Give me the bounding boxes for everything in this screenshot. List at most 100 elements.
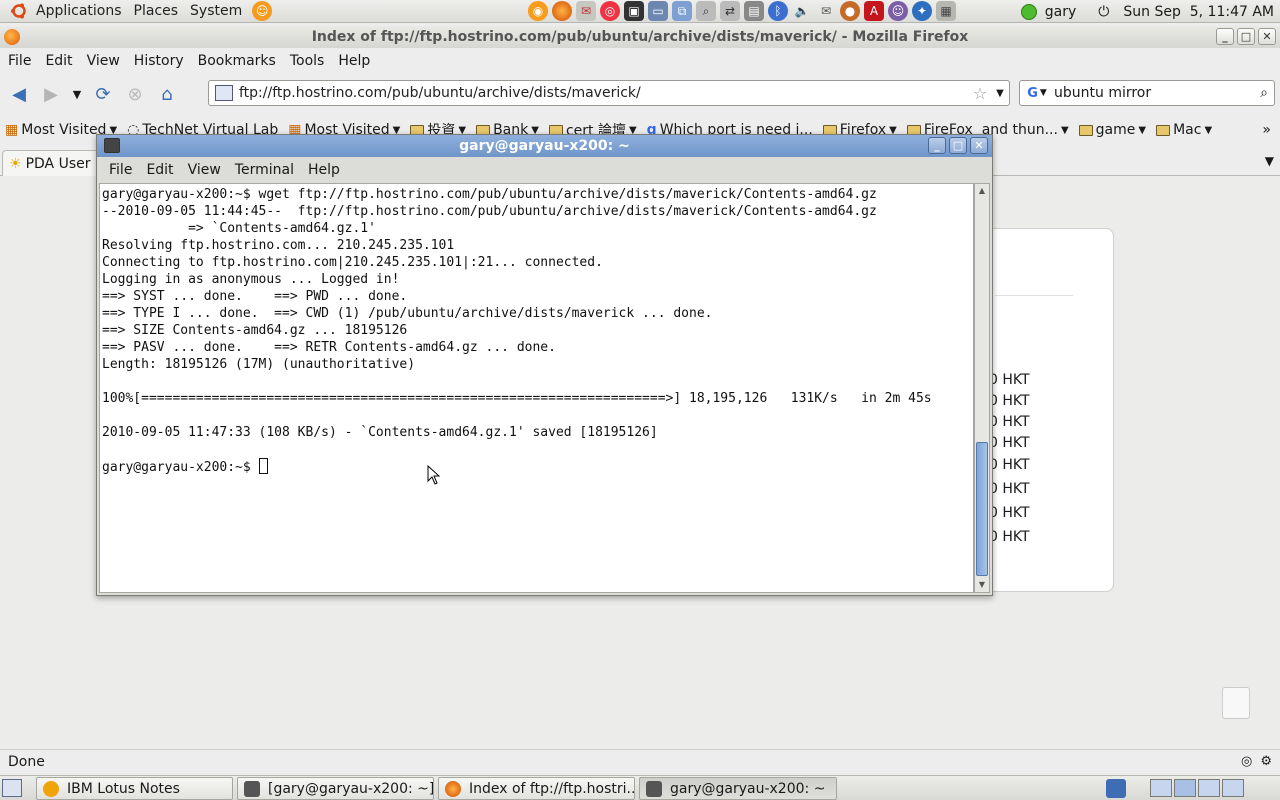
maximize-button[interactable]: □: [949, 137, 967, 154]
screenshot-icon[interactable]: ⌕: [696, 1, 716, 21]
bluetooth-icon[interactable]: ᛒ: [768, 1, 788, 21]
user-status-icon[interactable]: [1020, 3, 1037, 20]
page-scroll-widget[interactable]: [1222, 687, 1250, 719]
monitor-icon[interactable]: ▤: [744, 1, 764, 21]
system-menu[interactable]: System: [184, 3, 248, 19]
url-dropdown-icon[interactable]: ▼: [991, 88, 1009, 99]
terminal-prompt-line[interactable]: gary@garyau-x200:~$: [102, 458, 973, 475]
remote-desktop-icon[interactable]: ⧉: [672, 1, 692, 21]
launcher-icon[interactable]: ☺: [252, 1, 273, 21]
bookmark-star-icon[interactable]: ☆: [969, 84, 991, 103]
scroll-down-icon[interactable]: ▼: [975, 578, 989, 592]
terminal-titlebar[interactable]: gary@garyau-x200: ~ _ □ ✕: [97, 135, 992, 157]
taskbar-item-firefox[interactable]: Index of ftp://ftp.hostri...: [438, 777, 635, 800]
taskbar-item-terminal-active[interactable]: gary@garyau-x200: ~: [639, 777, 837, 800]
places-menu[interactable]: Places: [128, 3, 185, 19]
firefox-titlebar[interactable]: Index of ftp://ftp.hostrino.com/pub/ubun…: [0, 26, 1280, 48]
status-bar: Done ◎ ⚙: [0, 749, 1280, 774]
minimize-button[interactable]: _: [1216, 28, 1234, 45]
bookmark-folder-game[interactable]: game ▼: [1074, 122, 1151, 138]
tray-app-icon[interactable]: ▦: [936, 1, 956, 21]
menu-edit[interactable]: Edit: [39, 53, 78, 69]
terminal-menu-help[interactable]: Help: [301, 162, 347, 178]
reload-icon[interactable]: ⟳: [90, 81, 116, 107]
url-text[interactable]: ftp://ftp.hostrino.com/pub/ubuntu/archiv…: [239, 85, 969, 101]
pdf-icon[interactable]: A: [864, 1, 884, 21]
navigation-toolbar: ◀ ▶ ▼ ⟳ ⊗ ⌂ ftp://ftp.hostrino.com/pub/u…: [0, 76, 1280, 112]
firefox-logo-icon: [4, 29, 20, 45]
most-visited-icon: ▦: [5, 122, 19, 138]
workspace-3[interactable]: [1198, 779, 1220, 797]
terminal-line: 100%[===================================…: [102, 391, 932, 406]
terminal-menu-file[interactable]: File: [102, 162, 139, 178]
clock[interactable]: Sun Sep 5, 11:47 AM: [1123, 4, 1274, 20]
taskbar-label: gary@garyau-x200: ~: [670, 780, 826, 797]
minimize-button[interactable]: _: [928, 137, 946, 154]
power-icon[interactable]: ⏻: [1098, 4, 1109, 20]
applications-menu[interactable]: Applications: [30, 3, 128, 19]
terminal-line: ==> SYST ... done. ==> PWD ... done.: [102, 289, 408, 304]
forward-arrow-icon[interactable]: ▶: [38, 81, 64, 107]
history-dropdown-icon[interactable]: ▼: [70, 81, 84, 107]
search-engine-icon[interactable]: G ▼: [1020, 86, 1054, 101]
show-desktop-icon[interactable]: [2, 779, 22, 797]
home-icon[interactable]: ⌂: [154, 81, 180, 107]
firefox-window-title: Index of ftp://ftp.hostrino.com/pub/ubun…: [311, 29, 969, 45]
mail-client-icon[interactable]: ✉: [576, 1, 596, 21]
close-button[interactable]: ✕: [970, 137, 988, 154]
maximize-button[interactable]: □: [1237, 28, 1255, 45]
taskbar-item-terminal-minimized[interactable]: [gary@garyau-x200: ~]: [237, 777, 434, 800]
back-arrow-icon[interactable]: ◀: [6, 81, 32, 107]
workspace-4[interactable]: [1222, 779, 1244, 797]
scrollbar-thumb[interactable]: [976, 442, 988, 576]
tab-label: PDA User N: [25, 155, 106, 172]
messenger-icon[interactable]: ✦: [912, 1, 932, 21]
bookmarks-overflow-icon[interactable]: »: [1257, 122, 1276, 138]
search-bar[interactable]: G ▼ ubuntu mirror ⌕: [1019, 80, 1275, 106]
workspace-1[interactable]: [1150, 779, 1172, 797]
terminal-output[interactable]: gary@garyau-x200:~$ wget ftp://ftp.hostr…: [99, 183, 974, 593]
rss-icon[interactable]: ◉: [528, 1, 548, 21]
chat-icon[interactable]: ☺: [888, 1, 908, 21]
terminal-line: gary@garyau-x200:~$ wget ftp://ftp.hostr…: [102, 187, 877, 202]
terminal-icon[interactable]: ▣: [624, 1, 644, 21]
pidgin-icon[interactable]: ●: [840, 1, 860, 21]
envelope-icon[interactable]: ✉: [816, 1, 836, 21]
terminal-menu-terminal[interactable]: Terminal: [228, 162, 301, 178]
taskbar-item-lotus-notes[interactable]: IBM Lotus Notes: [36, 777, 233, 800]
url-bar[interactable]: ftp://ftp.hostrino.com/pub/ubuntu/archiv…: [208, 80, 1010, 106]
menu-tools[interactable]: Tools: [284, 53, 331, 69]
terminal-line: Resolving ftp.hostrino.com... 210.245.23…: [102, 238, 455, 253]
close-button[interactable]: ✕: [1258, 28, 1276, 45]
terminal-menu-edit[interactable]: Edit: [139, 162, 180, 178]
menu-history[interactable]: History: [128, 53, 190, 69]
text-cursor: [258, 458, 268, 474]
scroll-up-icon[interactable]: ▲: [975, 184, 989, 198]
terminal-scrollbar[interactable]: ▲ ▼: [974, 183, 990, 593]
help-icon[interactable]: ◎: [600, 1, 620, 21]
terminal-window-controls: _ □ ✕: [928, 137, 988, 154]
network-icon[interactable]: ⇄: [720, 1, 740, 21]
trash-icon[interactable]: [1106, 779, 1126, 798]
menu-view[interactable]: View: [81, 53, 126, 69]
workspace-2[interactable]: [1174, 779, 1196, 797]
menu-help[interactable]: Help: [332, 53, 376, 69]
bottom-panel: IBM Lotus Notes [gary@garyau-x200: ~] In…: [0, 775, 1280, 800]
search-icon[interactable]: ⌕: [1254, 85, 1274, 101]
bookmark-folder-mac[interactable]: Mac ▼: [1151, 122, 1217, 138]
terminal-line: --2010-09-05 11:44:45-- ftp://ftp.hostri…: [102, 204, 877, 219]
firefox-icon[interactable]: [552, 1, 572, 21]
menu-file[interactable]: File: [2, 53, 37, 69]
computer-icon[interactable]: ▭: [648, 1, 668, 21]
stop-icon[interactable]: ⊗: [122, 81, 148, 107]
addon-status-icon[interactable]: ◎: [1241, 754, 1252, 769]
resize-grip-icon[interactable]: ⚙: [1260, 754, 1272, 769]
user-name[interactable]: gary: [1045, 4, 1077, 20]
search-input[interactable]: ubuntu mirror: [1054, 85, 1254, 101]
site-identity-icon[interactable]: [215, 85, 233, 101]
tab-list-icon[interactable]: ▼: [1265, 154, 1274, 168]
terminal-menu-view[interactable]: View: [181, 162, 228, 178]
terminal-icon: [104, 138, 120, 153]
menu-bookmarks[interactable]: Bookmarks: [192, 53, 282, 69]
volume-icon[interactable]: 🔈: [792, 1, 812, 21]
